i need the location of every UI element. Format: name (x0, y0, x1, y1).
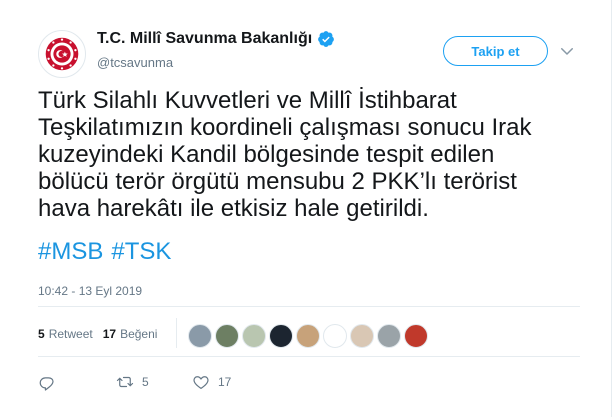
verified-badge-icon (318, 31, 335, 47)
liker-avatar[interactable] (188, 324, 212, 348)
divider (38, 306, 580, 307)
retweet-button[interactable]: 5 (116, 373, 149, 391)
reply-button[interactable] (38, 373, 56, 391)
like-stat-label: Beğeni (120, 327, 158, 341)
display-name[interactable]: T.C. Millî Savunma Bakanlığı (97, 30, 312, 48)
account-name-row[interactable]: T.C. Millî Savunma Bakanlığı (97, 30, 335, 48)
liker-avatar[interactable] (404, 324, 428, 348)
liker-avatar[interactable] (350, 324, 374, 348)
like-button[interactable]: 17 (192, 373, 231, 391)
liker-avatar[interactable] (242, 324, 266, 348)
tweet-text: Türk Silahlı Kuvvetleri ve Millî İstihba… (38, 87, 532, 222)
divider (38, 356, 580, 357)
like-stat[interactable]: 17 Beğeni (103, 327, 158, 341)
liker-avatar[interactable] (269, 324, 293, 348)
hashtag-list: #MSB #TSK (38, 238, 179, 265)
chevron-down-icon[interactable] (558, 42, 576, 60)
like-count: 17 (218, 375, 232, 389)
hashtag-tsk[interactable]: #TSK (111, 238, 171, 265)
card-border (611, 0, 612, 417)
hashtag-msb[interactable]: #MSB (38, 238, 103, 265)
retweet-icon (116, 376, 134, 388)
liker-avatar[interactable] (215, 324, 239, 348)
retweet-stat[interactable]: 5 Retweet (38, 327, 93, 341)
liker-avatars (188, 324, 431, 348)
tweet-card: T.C. Millî Savunma Bakanlığı @tcsavunma … (0, 0, 616, 417)
liker-avatar[interactable] (377, 324, 401, 348)
tweet-timestamp[interactable]: 10:42 - 13 Eyl 2019 (38, 284, 142, 298)
msb-emblem-icon (45, 37, 79, 71)
tweet-stats: 5 Retweet 17 Beğeni (38, 327, 167, 341)
reply-icon (39, 377, 54, 391)
stats-divider (176, 318, 177, 348)
heart-icon (193, 376, 209, 389)
follow-button[interactable]: Takip et (443, 36, 548, 66)
retweet-stat-label: Retweet (48, 327, 93, 341)
retweet-count: 5 (142, 375, 149, 389)
account-handle[interactable]: @tcsavunma (97, 55, 173, 70)
account-avatar[interactable] (38, 30, 86, 78)
retweet-stat-count: 5 (38, 327, 45, 341)
liker-avatar[interactable] (296, 324, 320, 348)
liker-avatar[interactable] (323, 324, 347, 348)
like-stat-count: 17 (102, 327, 117, 341)
